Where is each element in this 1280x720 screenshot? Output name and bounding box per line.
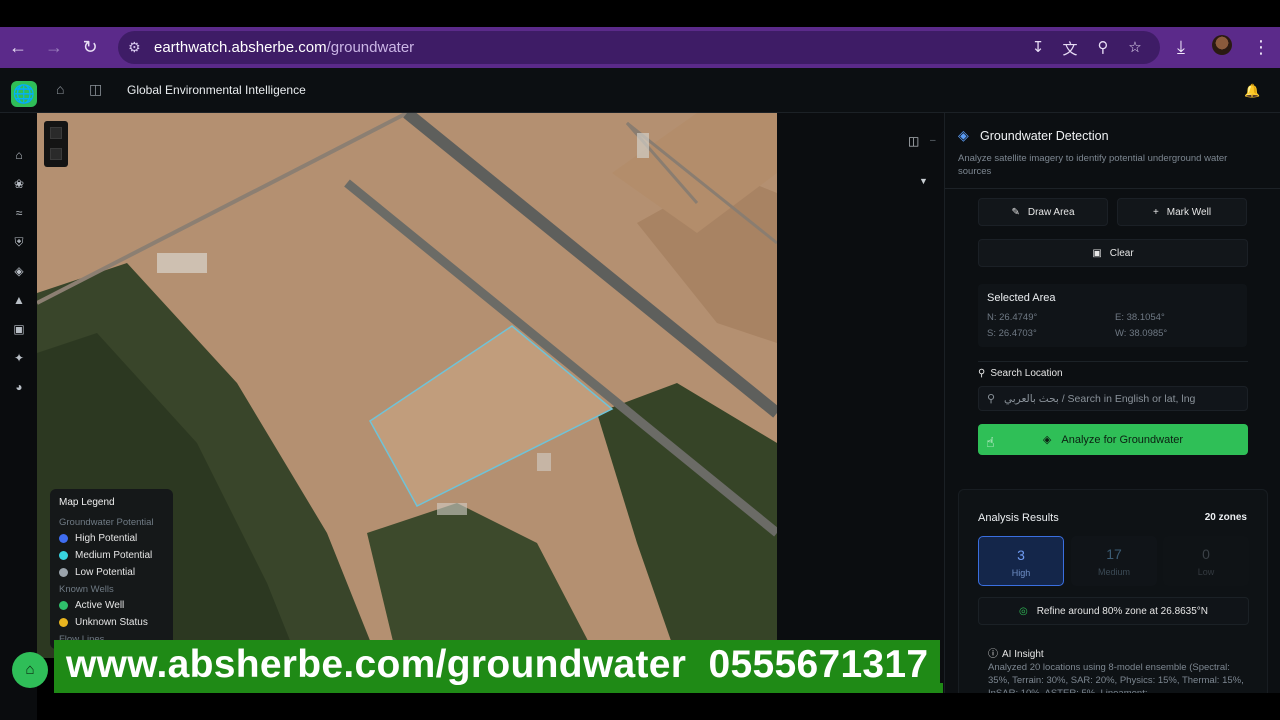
legend-item-unknown: Unknown Status [59, 617, 164, 628]
results-title: Analysis Results [978, 512, 1059, 524]
legend-dot [59, 618, 68, 627]
panel-title: Groundwater Detection [980, 129, 1109, 143]
back-icon[interactable]: ← [0, 37, 36, 58]
satellite-icon[interactable]: ✦ [12, 351, 26, 365]
coord-south: S: 26.4703° [987, 328, 1037, 339]
coord-east: E: 38.1054° [1115, 312, 1165, 323]
globe-icon[interactable]: 🌐 [11, 81, 37, 107]
clear-button[interactable]: ▣ Clear [978, 239, 1248, 267]
map-legend: Map Legend Groundwater Potential High Po… [50, 489, 173, 649]
menu-kebab-icon[interactable]: ⋮ [1252, 37, 1270, 58]
droplets-icon: ◈ [1042, 434, 1052, 446]
search-box: ⚲ [978, 386, 1248, 411]
gauge-icon[interactable]: ◕ [12, 380, 26, 394]
site-settings-icon[interactable]: ⚙ [128, 39, 146, 56]
target-icon: ◎ [1018, 605, 1028, 617]
browser-toolbar: ← → ↻ ⚙ earthwatch.absherbe.com/groundwa… [0, 27, 1280, 68]
collapse-panel-icon[interactable]: ◫ [908, 134, 919, 148]
search-icon: ⚲ [987, 393, 996, 405]
left-rail: ⌂ ❀ ≈ ⛨ ◈ ▲ ▣ ✦ ◕ [0, 113, 37, 720]
legend-dot [59, 534, 68, 543]
profile-avatar[interactable] [1212, 35, 1232, 55]
zoom-in-button[interactable] [50, 127, 62, 139]
hand-cursor-icon: ☝ [986, 434, 995, 450]
selected-area-card: Selected Area N: 26.4749° E: 38.1054° S:… [978, 284, 1247, 347]
legend-dot [59, 551, 68, 560]
home-fab-icon[interactable]: ⌂ [12, 652, 48, 688]
sidebar-toggle-icon[interactable]: ◫ [89, 81, 102, 98]
waves-icon[interactable]: ≈ [12, 206, 26, 220]
map-zoom-controls [44, 121, 68, 167]
home-icon[interactable]: ⌂ [56, 81, 64, 97]
panel-description: Analyze satellite imagery to identify po… [958, 153, 1228, 177]
legend-item-low: Low Potential [59, 567, 164, 578]
address-bar[interactable]: ⚙ earthwatch.absherbe.com/groundwater ↧ … [118, 31, 1160, 64]
bookmark-star-icon[interactable]: ☆ [1125, 38, 1145, 56]
ai-insight-text: Analyzed 20 locations using 8-model ense… [988, 662, 1244, 693]
droplets-icon: ◈ [958, 127, 969, 143]
legend-section-wells: Known Wells [59, 584, 114, 595]
install-app-icon[interactable]: ↧ [1028, 38, 1048, 56]
shield-icon[interactable]: ⛨ [12, 235, 26, 250]
forward-icon[interactable]: → [36, 37, 72, 58]
coord-west: W: 38.0985° [1115, 328, 1168, 339]
translate-icon[interactable]: 文 [1060, 38, 1080, 59]
divider [978, 361, 1248, 362]
trash-icon: ▣ [1092, 247, 1102, 259]
pencil-icon: ✎ [1011, 206, 1020, 218]
search-input[interactable] [1004, 387, 1244, 410]
reload-icon[interactable]: ↻ [72, 37, 108, 58]
zoom-icon[interactable]: ⚲ [1093, 38, 1113, 56]
map-gutter [777, 113, 944, 693]
legend-title: Map Legend [59, 497, 115, 508]
draw-area-button[interactable]: ✎ Draw Area [978, 198, 1108, 226]
leaf-icon[interactable]: ❀ [12, 177, 26, 191]
promo-banner-text: www.absherbe.com/groundwater 0555671317 [66, 643, 929, 686]
flame-icon[interactable]: ▲ [12, 293, 26, 307]
legend-item-active: Active Well [59, 600, 164, 611]
legend-dot [59, 601, 68, 610]
legend-dot [59, 568, 68, 577]
url-host: earthwatch.absherbe.com [154, 39, 327, 56]
legend-item-medium: Medium Potential [59, 550, 164, 561]
panel-controls: ◫ – ▼ [902, 131, 942, 191]
url-path: /groundwater [326, 39, 415, 56]
legend-section-groundwater: Groundwater Potential [59, 517, 154, 528]
selected-area-title: Selected Area [987, 292, 1056, 304]
home-icon[interactable]: ⌂ [12, 148, 26, 162]
info-icon: ⓘ [988, 649, 998, 660]
zone-high-card[interactable]: 3 High [978, 536, 1064, 586]
search-location-label: ⚲ Search Location [978, 368, 1063, 379]
search-icon: ⚲ [978, 368, 986, 379]
zone-low-card[interactable]: 0 Low [1163, 536, 1249, 586]
panel-header: ◈ Groundwater Detection Analyze satellit… [945, 113, 1280, 189]
trash-icon[interactable]: ▣ [12, 322, 26, 336]
page-title: Global Environmental Intelligence [127, 83, 306, 97]
plus-icon: + [1152, 206, 1159, 218]
droplet-icon[interactable]: ◈ [12, 264, 26, 278]
scroll-down-icon[interactable]: ▼ [919, 176, 928, 186]
groundwater-panel: ◈ Groundwater Detection Analyze satellit… [944, 113, 1280, 693]
mark-well-button[interactable]: + Mark Well [1117, 198, 1247, 226]
analysis-results-card: Analysis Results 20 zones 3 High 17 Medi… [958, 489, 1268, 693]
ai-insight-title: ⓘ AI Insight [988, 649, 1044, 660]
minimize-icon[interactable]: – [930, 135, 936, 146]
banner-edge [940, 683, 943, 693]
legend-item-high: High Potential [59, 533, 164, 544]
refine-button[interactable]: ◎ Refine around 80% zone at 26.8635°N [978, 597, 1249, 625]
zone-count: 20 zones [1204, 512, 1247, 523]
zone-medium-card[interactable]: 17 Medium [1071, 536, 1157, 586]
analyze-groundwater-button[interactable]: ◈ Analyze for Groundwater [978, 424, 1248, 455]
coord-north: N: 26.4749° [987, 312, 1038, 323]
zoom-out-button[interactable] [50, 148, 62, 160]
bell-icon[interactable]: 🔔 [1244, 83, 1260, 99]
downloads-icon[interactable]: ⤓ [1177, 37, 1185, 58]
